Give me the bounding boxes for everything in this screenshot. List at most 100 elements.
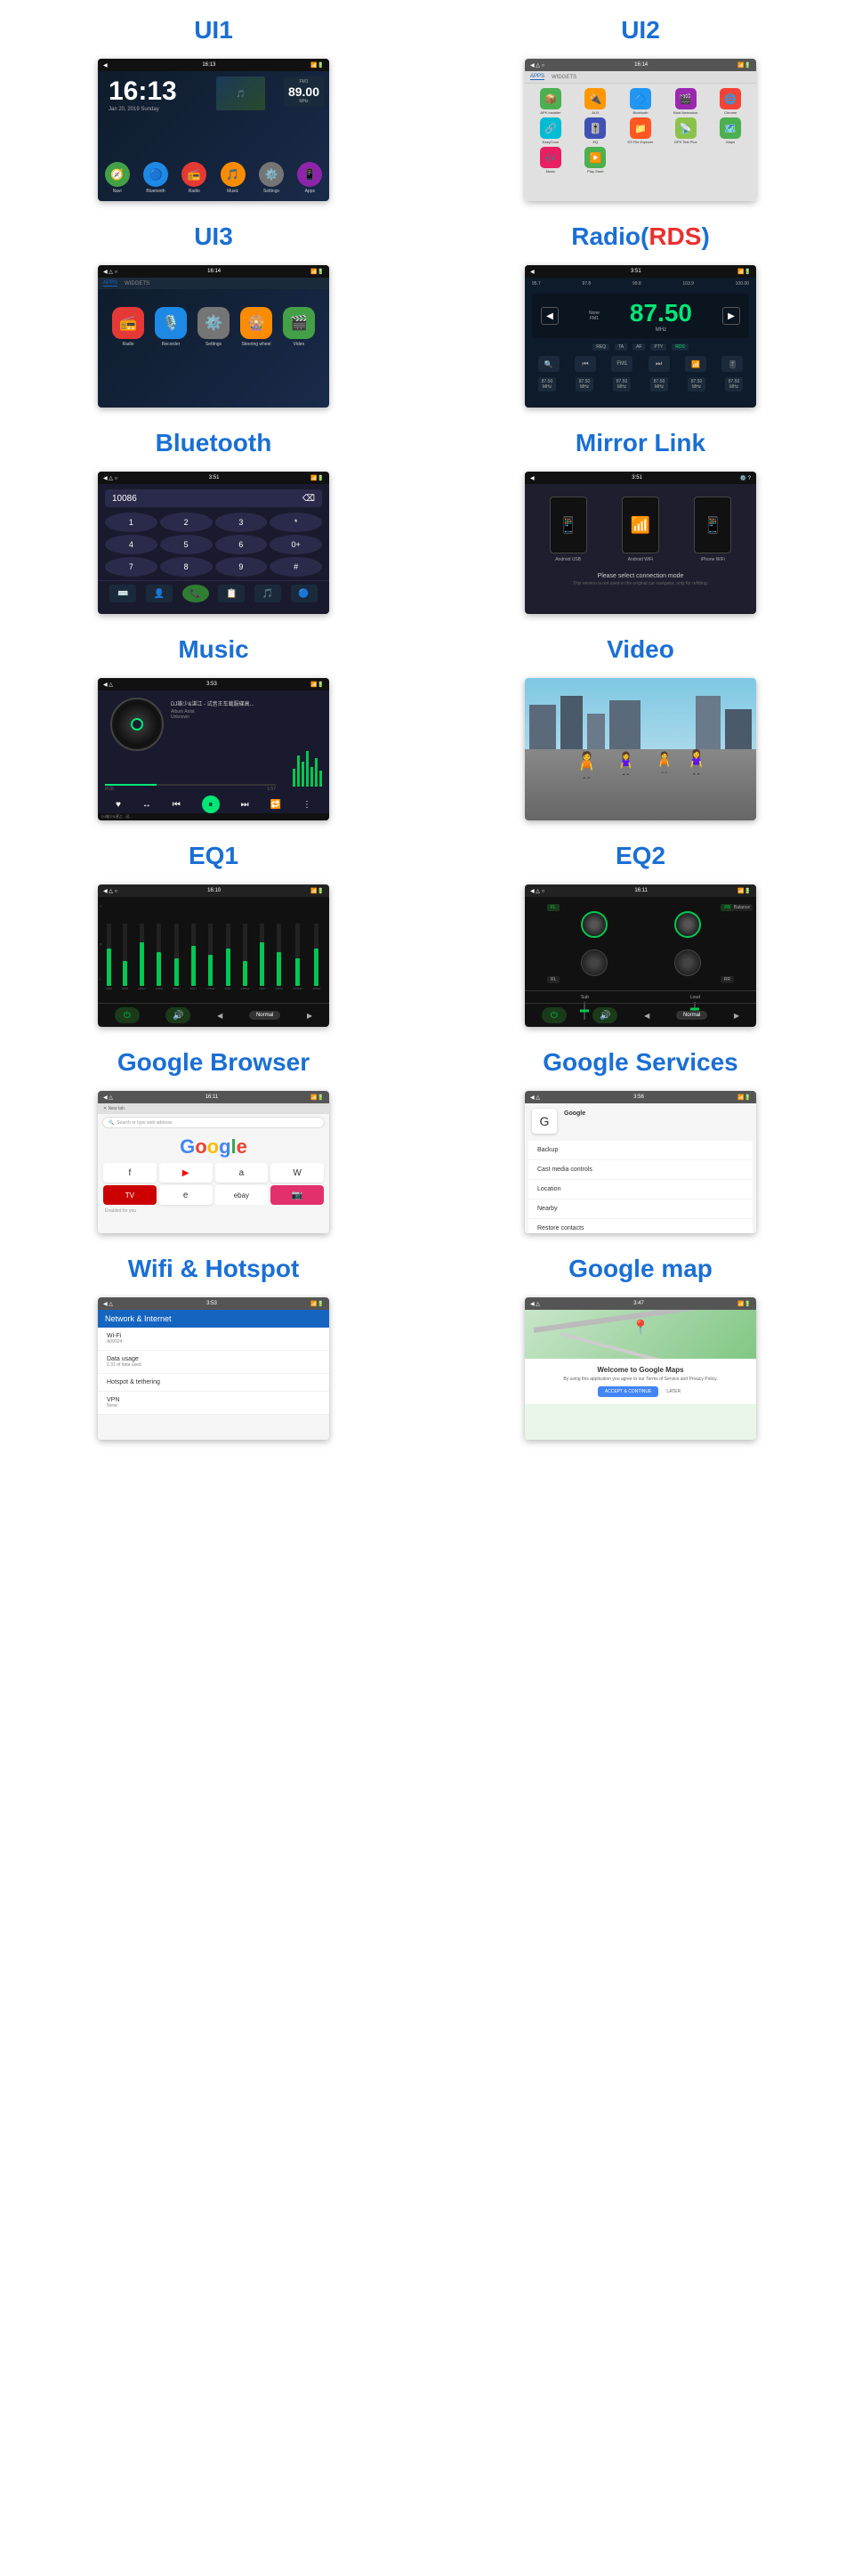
bt-key-3[interactable]: 3 bbox=[215, 513, 268, 532]
browser-bookmark-instagram[interactable]: 📷 bbox=[270, 1185, 324, 1205]
ui2-app-chrome[interactable]: 🌐 Chrome bbox=[709, 88, 752, 115]
bt-key-star[interactable]: * bbox=[270, 513, 322, 532]
bt-call-icon[interactable]: 📞 bbox=[182, 585, 209, 602]
eq1-next-mode-btn[interactable]: ▶ bbox=[307, 1012, 312, 1020]
eq1-prev-mode-btn[interactable]: ◀ bbox=[217, 1012, 222, 1020]
browser-bookmark-shop[interactable]: ebay bbox=[215, 1185, 269, 1205]
eq2-next-mode-btn[interactable]: ▶ bbox=[734, 1012, 739, 1020]
wifi-item-data[interactable]: Data usage 2.31 of data used bbox=[98, 1351, 329, 1374]
eq2-volume-btn[interactable]: 🔊 bbox=[592, 1007, 617, 1023]
radio-mode-req[interactable]: REQ bbox=[592, 343, 609, 351]
radio-next-btn[interactable]: ▶ bbox=[722, 307, 740, 325]
radio-signal-btn[interactable]: 📶 bbox=[685, 356, 706, 372]
bt-key-0plus[interactable]: 0+ bbox=[270, 535, 322, 554]
radio-preset-6[interactable]: 87.50MHz bbox=[725, 377, 744, 392]
music-repeat-icon[interactable]: 🔁 bbox=[270, 800, 281, 810]
ui3-tab-apps[interactable]: APPS bbox=[103, 280, 117, 287]
radio-mode-ta[interactable]: TA bbox=[615, 343, 627, 351]
ui2-app-boot[interactable]: 🎬 Boot Animation bbox=[665, 88, 707, 115]
ui3-recorder-btn[interactable]: 🎙️ Recorder bbox=[155, 307, 187, 347]
wifi-item-wifi[interactable]: Wi-Fi A00024 bbox=[98, 1328, 329, 1351]
music-next-btn[interactable]: ⏭ bbox=[241, 800, 249, 810]
eq2-prev-mode-btn[interactable]: ◀ bbox=[644, 1012, 649, 1020]
bt-settings-small-icon[interactable]: 🔵 bbox=[291, 585, 318, 602]
bt-key-7[interactable]: 7 bbox=[105, 557, 157, 577]
ui1-radio-icon[interactable]: 📻 Radio bbox=[181, 162, 206, 194]
bt-music-icon[interactable]: 🎵 bbox=[254, 585, 281, 602]
gservices-item-nearby[interactable]: Nearby bbox=[528, 1199, 753, 1219]
browser-urlbar[interactable]: 🔍 Search or type web address bbox=[102, 1117, 325, 1128]
ui1-apps-icon[interactable]: 📱 Apps bbox=[297, 162, 322, 194]
ui2-app-playstore[interactable]: ▶️ Play Store bbox=[575, 147, 617, 174]
bt-key-hash[interactable]: # bbox=[270, 557, 322, 577]
radio-mode-af[interactable]: AF bbox=[632, 343, 645, 351]
music-prev-btn[interactable]: ⏮ bbox=[173, 800, 181, 810]
ui2-tab-apps[interactable]: APPS bbox=[530, 74, 544, 80]
bt-key-9[interactable]: 9 bbox=[215, 557, 268, 577]
radio-eq-btn[interactable]: 🎚 bbox=[721, 356, 743, 372]
browser-bookmark-red1[interactable]: TV bbox=[103, 1185, 157, 1205]
ui3-steering-btn[interactable]: 🎡 Steering wheel bbox=[240, 307, 272, 347]
music-playlist-icon[interactable]: ♥ bbox=[116, 800, 121, 810]
ui3-settings-btn[interactable]: ⚙️ Settings bbox=[197, 307, 230, 347]
radio-preset-5[interactable]: 87.50MHz bbox=[688, 377, 706, 392]
ui2-app-maps[interactable]: 🗺️ Maps bbox=[709, 117, 752, 144]
ui3-tab-widgets[interactable]: WIDGETS bbox=[125, 281, 149, 287]
ui1-music-icon[interactable]: 🎵 Music bbox=[221, 162, 246, 194]
radio-preset-2[interactable]: 87.50MHz bbox=[576, 377, 594, 392]
wifi-item-hotspot[interactable]: Hotspot & tethering bbox=[98, 1374, 329, 1392]
ui2-tab-widgets[interactable]: WIDGETS bbox=[552, 75, 576, 80]
bt-key-2[interactable]: 2 bbox=[160, 513, 213, 532]
ui2-app-music[interactable]: 🎶 Music bbox=[529, 147, 572, 174]
browser-bookmark-wikipedia[interactable]: W bbox=[270, 1163, 324, 1183]
radio-next-track-btn[interactable]: ⏭ bbox=[649, 356, 670, 372]
maps-accept-btn[interactable]: ACCEPT & CONTINUE bbox=[598, 1386, 658, 1397]
radio-prev-btn[interactable]: ◀ bbox=[541, 307, 559, 325]
radio-mode-rds[interactable]: RDS bbox=[672, 343, 689, 351]
gservices-item-backup[interactable]: Backup bbox=[528, 1141, 753, 1160]
radio-preset-3[interactable]: 87.50MHz bbox=[613, 377, 632, 392]
wifi-item-vpn[interactable]: VPN None bbox=[98, 1392, 329, 1415]
ui2-app-bluetooth[interactable]: 🔷 Bluetooth bbox=[619, 88, 662, 115]
ui1-settings-icon[interactable]: ⚙️ Settings bbox=[259, 162, 284, 194]
ui1-navi-icon[interactable]: 🧭 Navi bbox=[105, 162, 130, 194]
mirror-android-wifi[interactable]: 📶 Android WiFi bbox=[622, 497, 659, 562]
bt-person-icon[interactable]: 👤 bbox=[146, 585, 173, 602]
bt-key-6[interactable]: 6 bbox=[215, 535, 268, 554]
radio-fm1-btn[interactable]: FM1 bbox=[611, 356, 632, 372]
bt-key-8[interactable]: 8 bbox=[160, 557, 213, 577]
bt-contacts-icon[interactable]: 📋 bbox=[218, 585, 245, 602]
ui2-app-eq[interactable]: 🎚️ EQ bbox=[575, 117, 617, 144]
ui2-app-esfile[interactable]: 📁 ES File Explorer bbox=[619, 117, 662, 144]
ui2-app-gps[interactable]: 📡 GPS Test Plus bbox=[665, 117, 707, 144]
music-menu-icon[interactable]: ⋮ bbox=[302, 800, 311, 810]
ui3-radio-btn[interactable]: 📻 Radio bbox=[112, 307, 144, 347]
bt-key-5[interactable]: 5 bbox=[160, 535, 213, 554]
browser-bookmark-facebook[interactable]: f bbox=[103, 1163, 157, 1183]
radio-search-btn[interactable]: 🔍 bbox=[538, 356, 560, 372]
maps-later-btn[interactable]: LATER bbox=[664, 1386, 683, 1397]
bt-backspace-icon[interactable]: ⌫ bbox=[302, 494, 315, 504]
eq2-power-btn[interactable]: ⏻ bbox=[542, 1007, 567, 1023]
ui2-app-easyconn[interactable]: 🔗 EasyConn bbox=[529, 117, 572, 144]
mirror-iphone-wifi[interactable]: 📱 iPhone WiFi bbox=[694, 497, 731, 562]
browser-bookmark-amazon[interactable]: a bbox=[215, 1163, 269, 1183]
gservices-item-cast[interactable]: Cast media controls bbox=[528, 1160, 753, 1180]
ui3-video-btn[interactable]: 🎬 Video bbox=[283, 307, 315, 347]
ui2-app-apk[interactable]: 📦 APK Installer bbox=[529, 88, 572, 115]
radio-mode-pty[interactable]: PTY bbox=[650, 343, 666, 351]
browser-tab-newtab[interactable]: ✕ New tab bbox=[103, 1106, 125, 1111]
browser-bookmark-youtube[interactable]: ▶ bbox=[159, 1163, 213, 1183]
gservices-item-restore[interactable]: Restore contacts bbox=[528, 1219, 753, 1233]
ui1-bluetooth-icon[interactable]: 🔵 Bluetooth bbox=[143, 162, 168, 194]
radio-prev-track-btn[interactable]: ⏮ bbox=[575, 356, 596, 372]
music-play-btn[interactable]: ⏸ bbox=[202, 795, 220, 813]
eq1-volume-btn[interactable]: 🔊 bbox=[165, 1007, 190, 1023]
ui2-app-aux[interactable]: 🔌 AUX bbox=[575, 88, 617, 115]
bt-key-1[interactable]: 1 bbox=[105, 513, 157, 532]
gservices-item-location[interactable]: Location bbox=[528, 1180, 753, 1199]
bt-key-4[interactable]: 4 bbox=[105, 535, 157, 554]
radio-preset-1[interactable]: 87.50MHz bbox=[538, 377, 557, 392]
browser-bookmark-ebay[interactable]: e bbox=[159, 1185, 213, 1205]
radio-preset-4[interactable]: 87.50MHz bbox=[650, 377, 669, 392]
